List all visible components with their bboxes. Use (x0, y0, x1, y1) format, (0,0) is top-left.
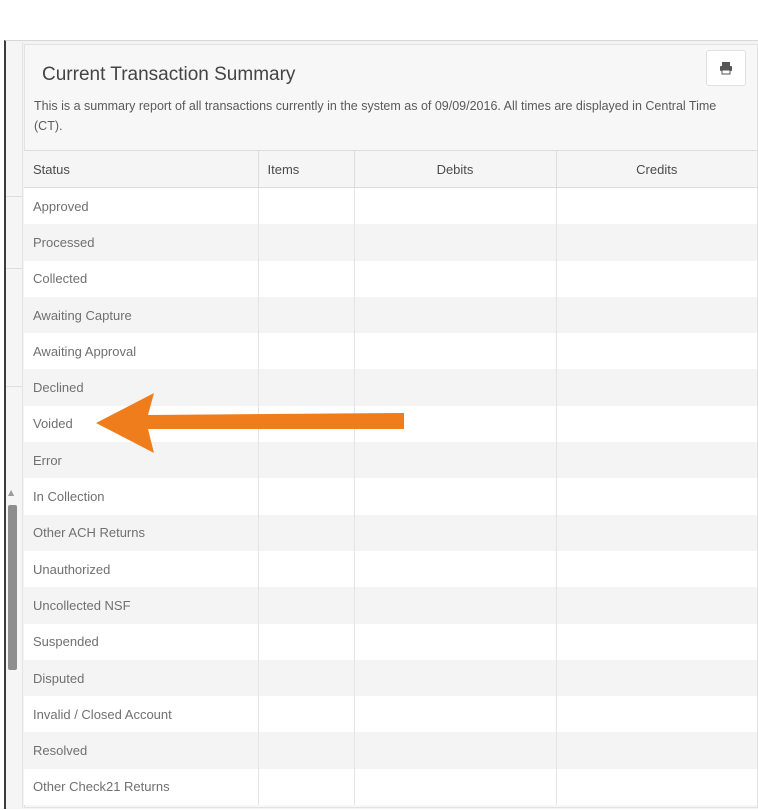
status-cell: Disputed (24, 659, 258, 697)
items-cell (257, 478, 354, 515)
debits-cell (353, 333, 556, 370)
status-cell: Approved (24, 187, 258, 225)
status-cell: Processed (24, 224, 258, 261)
debits-cell (353, 260, 556, 297)
items-cell (257, 623, 354, 660)
table-header-row: Status Items Debits Credits (24, 150, 757, 188)
left-divider (6, 268, 22, 269)
top-band (0, 0, 758, 42)
items-cell (257, 333, 354, 370)
status-cell: Unauthorized (24, 550, 258, 588)
credits-cell (555, 296, 757, 334)
status-cell: Other Check21 Returns (24, 768, 258, 806)
column-header-credits[interactable]: Credits (555, 150, 757, 188)
debits-cell (353, 478, 556, 515)
table-row[interactable]: Approved (24, 187, 757, 225)
items-cell (257, 732, 354, 769)
table-row[interactable]: Suspended (24, 623, 757, 660)
credits-cell (555, 260, 757, 297)
credits-cell (555, 659, 757, 697)
left-sidebar-strip (6, 42, 23, 808)
items-cell (257, 296, 354, 334)
debits-cell (353, 550, 556, 588)
scrollbar-thumb[interactable] (8, 505, 17, 670)
status-cell: Uncollected NSF (24, 587, 258, 624)
report-description: This is a summary report of all transact… (34, 99, 717, 133)
table-row[interactable]: Disputed (24, 659, 757, 697)
arrow-left-shape (96, 393, 404, 453)
credits-cell (555, 768, 757, 806)
debits-cell (353, 187, 556, 225)
credits-cell (555, 732, 757, 769)
column-header-debits[interactable]: Debits (353, 150, 556, 188)
credits-cell (555, 442, 757, 479)
table-row[interactable]: Unauthorized (24, 550, 757, 588)
status-cell: Awaiting Approval (24, 333, 258, 370)
table-row[interactable]: Other ACH Returns (24, 514, 757, 551)
debits-cell (353, 768, 556, 806)
table-row[interactable]: Processed (24, 224, 757, 261)
items-cell (257, 187, 354, 225)
column-header-status[interactable]: Status (24, 150, 258, 188)
credits-cell (555, 696, 757, 733)
credits-cell (555, 550, 757, 588)
debits-cell (353, 587, 556, 624)
credits-cell (555, 187, 757, 225)
column-header-items[interactable]: Items (257, 150, 354, 188)
table-row[interactable]: In Collection (24, 478, 757, 515)
debits-cell (353, 514, 556, 551)
scroll-up-icon[interactable]: ▲ (8, 488, 14, 497)
items-cell (257, 514, 354, 551)
debits-cell (353, 732, 556, 769)
status-cell: Awaiting Capture (24, 296, 258, 334)
table-row[interactable]: Resolved (24, 732, 757, 769)
credits-cell (555, 369, 757, 406)
credits-cell (555, 333, 757, 370)
items-cell (257, 550, 354, 588)
credits-cell (555, 478, 757, 515)
table-row[interactable]: Collected (24, 260, 757, 297)
table-row[interactable]: Awaiting Approval (24, 333, 757, 370)
credits-cell (555, 224, 757, 261)
table-row[interactable]: Other Check21 Returns (24, 768, 757, 806)
table-row[interactable]: Awaiting Capture (24, 296, 757, 334)
left-divider (6, 196, 22, 197)
debits-cell (353, 623, 556, 660)
status-cell: Other ACH Returns (24, 514, 258, 551)
table-row[interactable]: Invalid / Closed Account (24, 696, 757, 733)
table-row[interactable]: Uncollected NSF (24, 587, 757, 624)
print-button[interactable] (706, 50, 746, 86)
report-title: Current Transaction Summary (42, 64, 296, 85)
status-cell: Suspended (24, 623, 258, 660)
transaction-summary-table: Status Items Debits Credits Approved Proc… (24, 150, 757, 806)
arrow-left-icon (96, 393, 404, 453)
items-cell (257, 768, 354, 806)
items-cell (257, 696, 354, 733)
items-cell (257, 587, 354, 624)
credits-cell (555, 514, 757, 551)
status-cell: Resolved (24, 732, 258, 769)
status-cell: In Collection (24, 478, 258, 515)
debits-cell (353, 224, 556, 261)
items-cell (257, 224, 354, 261)
debits-cell (353, 659, 556, 697)
credits-cell (555, 623, 757, 660)
debits-cell (353, 296, 556, 334)
credits-cell (555, 587, 757, 624)
printer-icon (720, 62, 732, 75)
items-cell (257, 260, 354, 297)
debits-cell (353, 696, 556, 733)
left-divider (6, 386, 22, 387)
credits-cell (555, 405, 757, 443)
status-cell: Invalid / Closed Account (24, 696, 258, 733)
items-cell (257, 659, 354, 697)
status-cell: Collected (24, 260, 258, 297)
